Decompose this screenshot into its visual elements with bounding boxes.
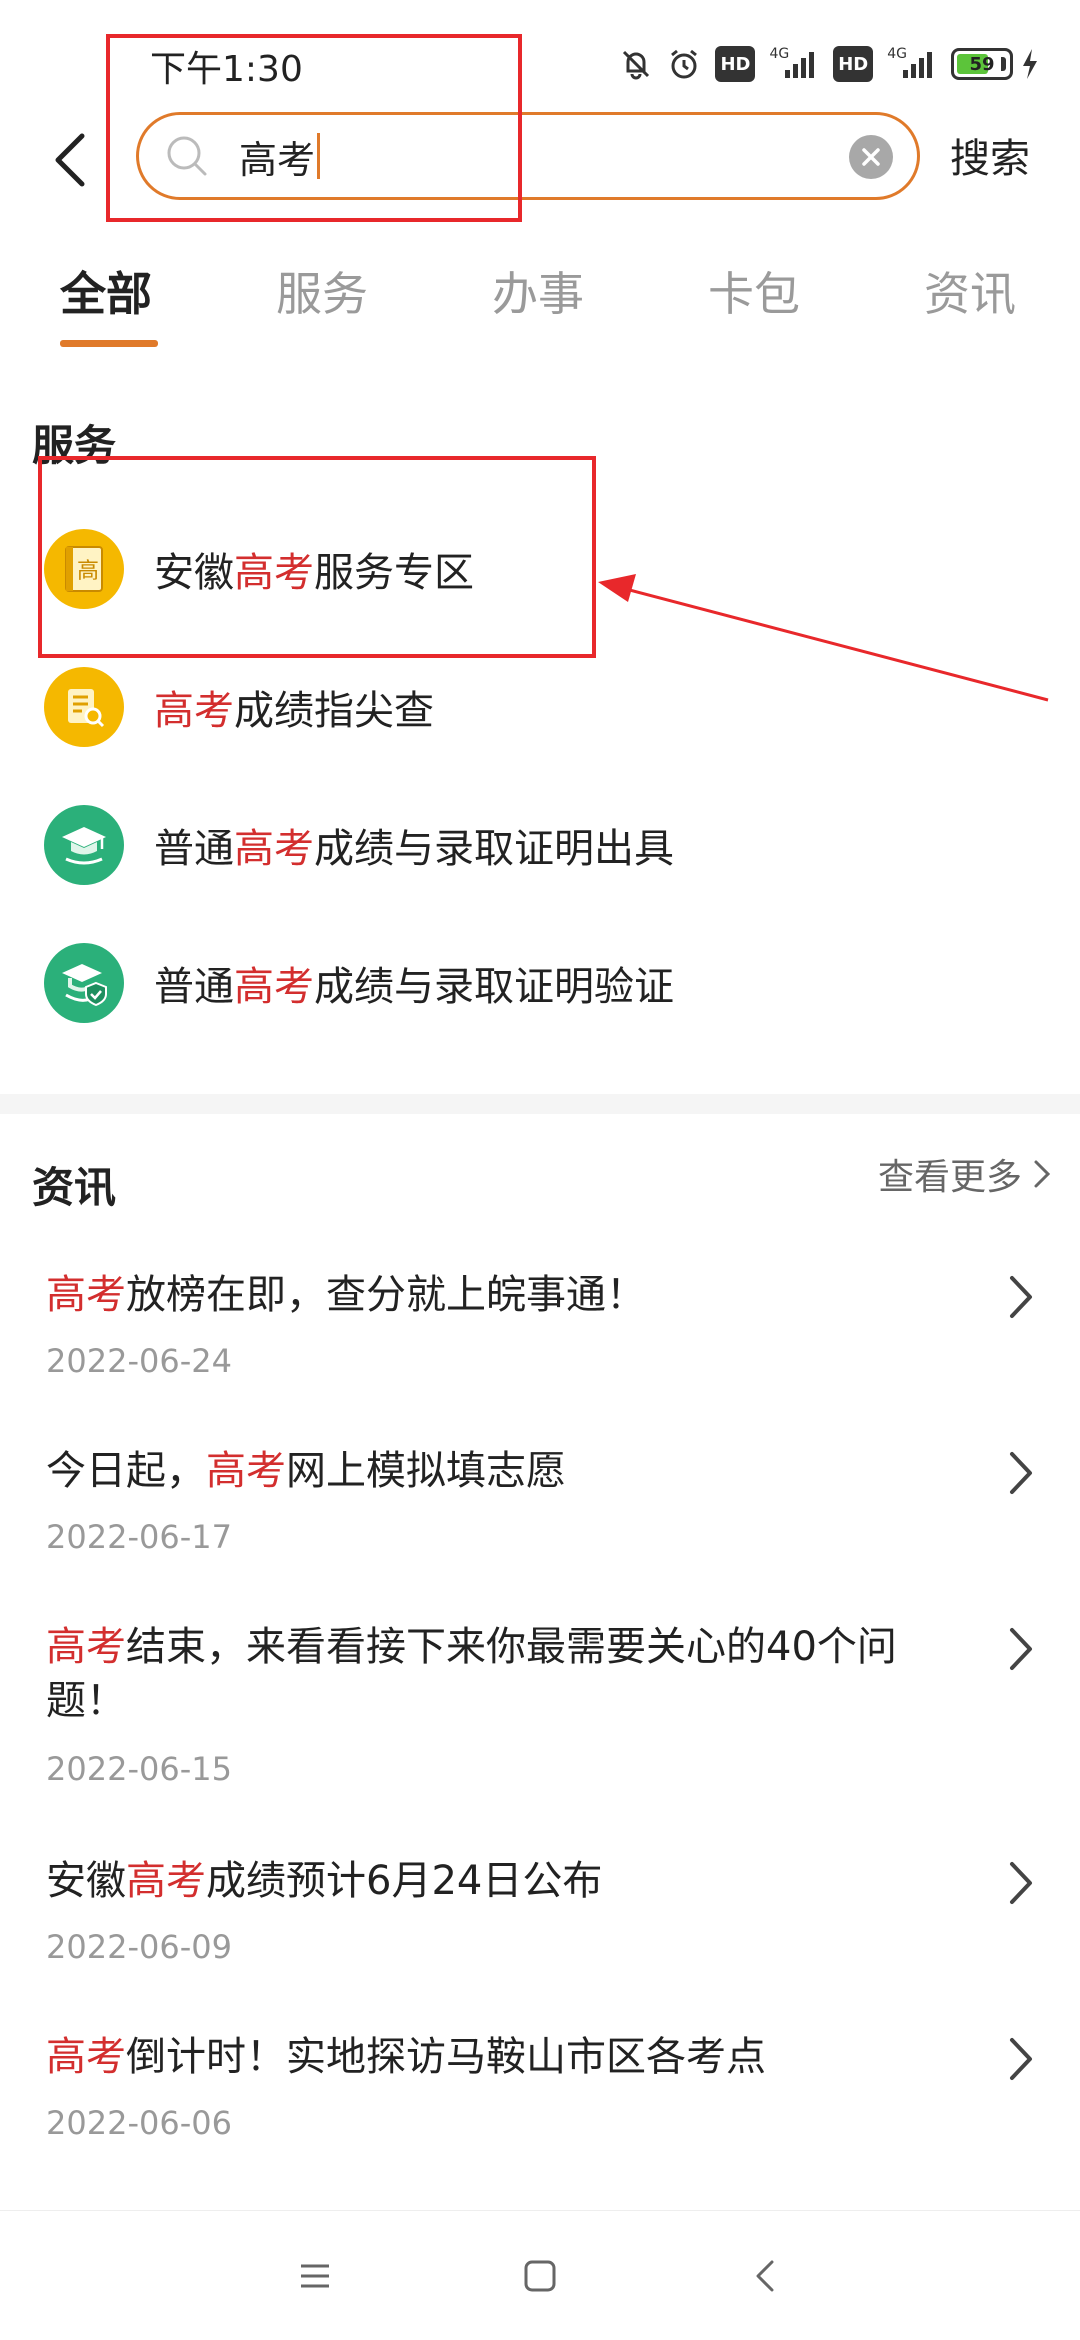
news-title: 高考倒计时！实地探访马鞍山市区各考点 (46, 2034, 766, 2080)
recent-apps-button[interactable] (290, 2251, 340, 2301)
chevron-right-icon (1010, 2038, 1032, 2080)
news-title: 安徽高考成绩预计6月24日公布 (46, 1858, 603, 1904)
news-title: 高考结束，来看看接下来你最需要关心的40个问题！ (46, 1624, 897, 1724)
chevron-right-icon (1010, 1862, 1032, 1904)
news-date: 2022-06-15 (46, 1750, 232, 1788)
news-date: 2022-06-06 (46, 2104, 232, 2142)
view-more-label: 查看更多 (877, 1157, 1022, 1198)
chevron-right-icon (1010, 1628, 1032, 1670)
chevron-right-icon (1010, 1452, 1032, 1494)
chevron-right-icon (1010, 1276, 1032, 1318)
section-divider (0, 1094, 1080, 1114)
news-item[interactable]: 高考结束，来看看接下来你最需要关心的40个问题！ 2022-06-15 (0, 1616, 1080, 1816)
news-item[interactable]: 高考倒计时！实地探访马鞍山市区各考点 2022-06-06 (0, 2026, 1080, 2176)
chevron-right-icon (1034, 1160, 1051, 1188)
news-item[interactable]: 安徽高考成绩预计6月24日公布 2022-06-09 (0, 1850, 1080, 2000)
news-title: 高考放榜在即，查分就上皖事通！ (46, 1272, 646, 1318)
news-date: 2022-06-24 (46, 1342, 232, 1380)
home-button[interactable] (515, 2251, 565, 2301)
menu-icon (301, 2264, 329, 2288)
chevron-left-icon (756, 2260, 774, 2292)
system-nav-bar (0, 2210, 1080, 2340)
news-section-title: 资讯 (32, 1163, 117, 1212)
system-back-button[interactable] (740, 2251, 790, 2301)
battery-level: 59 (969, 53, 995, 75)
news-item[interactable]: 今日起，高考网上模拟填志愿 2022-06-17 (0, 1440, 1080, 1590)
view-more-link[interactable]: 查看更多 (878, 1148, 1052, 1200)
news-date: 2022-06-09 (46, 1928, 232, 1966)
news-item[interactable]: 高考放榜在即，查分就上皖事通！ 2022-06-24 (0, 1264, 1080, 1414)
news-title: 今日起，高考网上模拟填志愿 (46, 1448, 566, 1494)
square-icon (524, 2260, 556, 2292)
news-date: 2022-06-17 (46, 1518, 232, 1556)
